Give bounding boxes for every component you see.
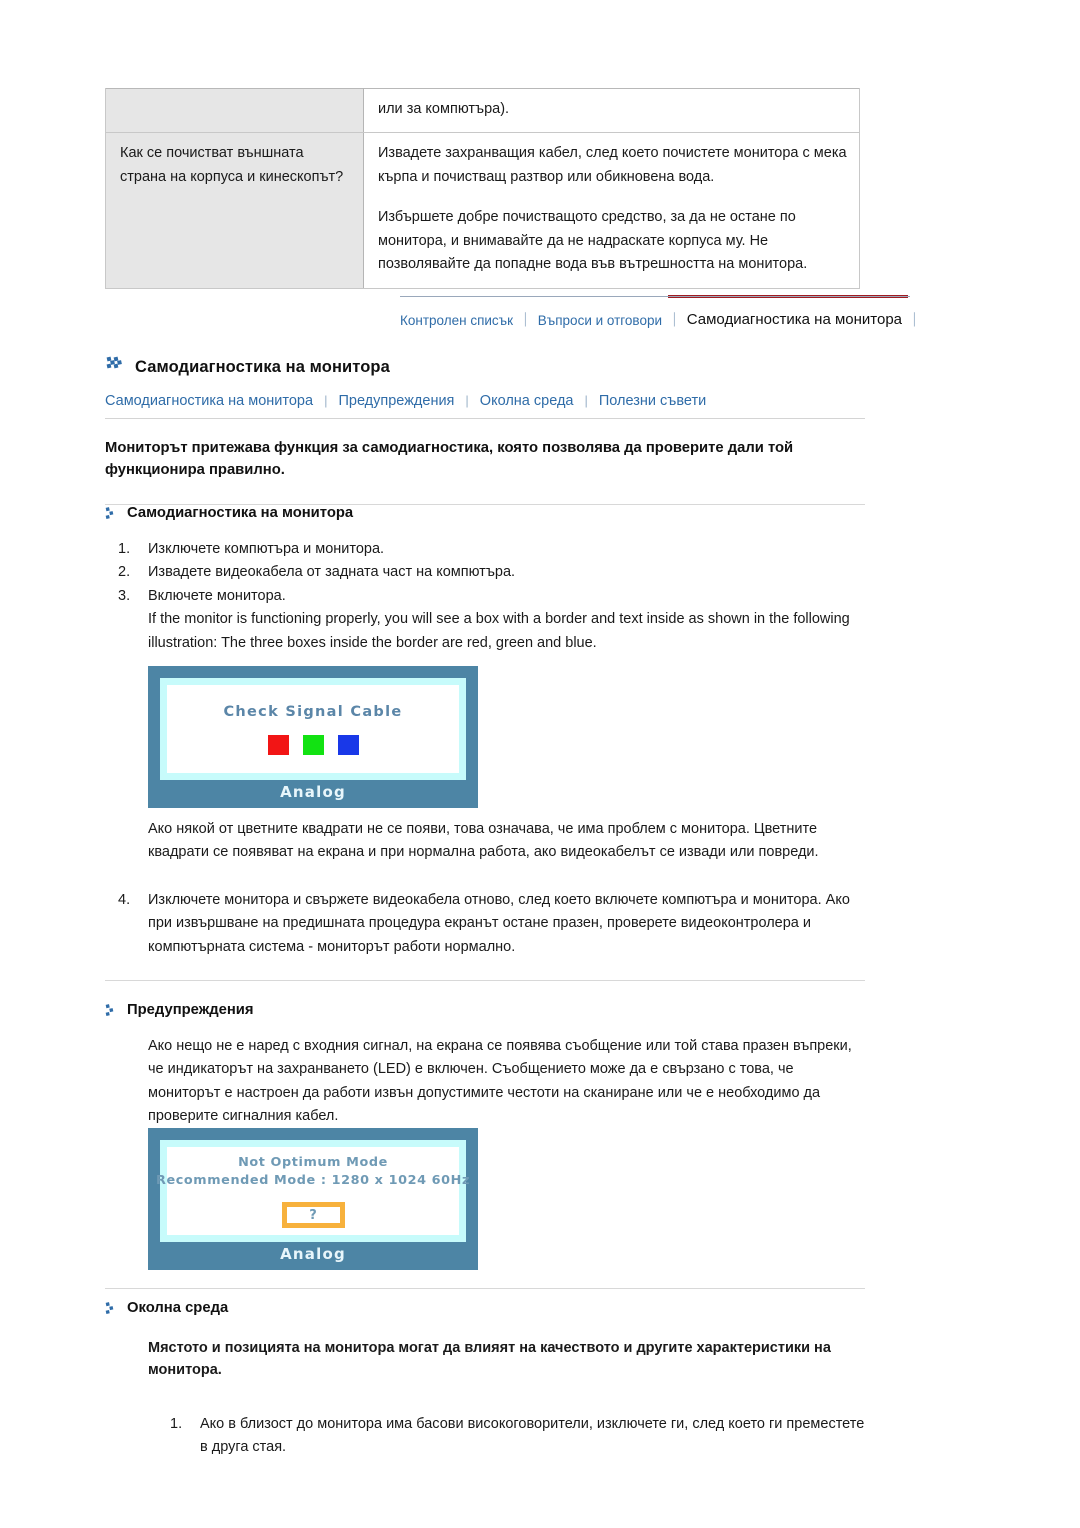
intro-paragraph: Мониторът притежава функция за самодиагн… xyxy=(105,437,865,505)
list-item: 1. Изключете компютъра и монитора. xyxy=(118,538,863,561)
subnav-item-self-test[interactable]: Самодиагностика на монитора xyxy=(105,393,313,409)
step-number: 1. xyxy=(118,541,131,557)
ordered-steps-list: 1. Ако в близост до монитора има басови … xyxy=(170,1413,870,1460)
subnav-separator: | xyxy=(465,393,469,408)
list-item-continuation: If the monitor is functioning properly, … xyxy=(118,608,863,655)
list-item: 3. Включете монитора. xyxy=(118,585,863,608)
page-title-row: Самодиагностика на монитора xyxy=(105,356,390,378)
self-test-step-4: 4. Изключете монитора и свържете видеока… xyxy=(118,889,863,959)
section-title: Самодиагностика на монитора xyxy=(127,505,354,521)
sub-navigation: Самодиагностика на монитора | Предупрежд… xyxy=(105,393,865,419)
monitor-illustration-check-signal: Check Signal Cable Analog xyxy=(148,666,478,808)
question-mark-box: ? xyxy=(281,1202,345,1229)
self-test-steps: 1. Изключете компютъра и монитора. 2. Из… xyxy=(118,538,863,655)
subnav-item-environment[interactable]: Околна среда xyxy=(480,393,574,409)
rgb-color-boxes xyxy=(267,734,359,755)
faq-answer-cell: Извадете захранващия кабел, след което п… xyxy=(363,132,860,289)
section-heading-self-test: Самодиагностика на монитора xyxy=(105,505,353,521)
step-text: Извадете видеокабела от задната част на … xyxy=(148,564,516,581)
chevron-right-icon xyxy=(105,1003,118,1018)
tab-separator: ׀ xyxy=(522,313,529,327)
monitor-message: Check Signal Cable xyxy=(223,703,403,720)
faq-answer-paragraph: Избършете добре почистващото средство, з… xyxy=(378,209,808,273)
monitor-message-line2: Recommended Mode : 1280 x 1024 60Hz xyxy=(155,1173,471,1188)
section-divider xyxy=(105,1288,865,1289)
page-title: Самодиагностика на монитора xyxy=(135,357,390,376)
step-number: 4. xyxy=(118,892,131,908)
monitor-screen: Not Optimum Mode Recommended Mode : 1280… xyxy=(156,1140,469,1242)
section-title: Околна среда xyxy=(127,1300,229,1316)
subnav-separator: | xyxy=(584,393,588,408)
section-divider xyxy=(105,980,865,981)
section-heading-environment: Околна среда xyxy=(105,1300,228,1316)
step-number: 3. xyxy=(118,587,131,604)
ordered-steps-list: 4. Изключете монитора и свържете видеока… xyxy=(118,889,863,959)
table-row: Как се почистват външната страна на корп… xyxy=(105,132,860,289)
self-test-note: Ако някой от цветните квадрати не се поя… xyxy=(148,821,819,861)
subnav-separator: | xyxy=(324,393,328,408)
step-text: Изключете монитора и свържете видеокабел… xyxy=(148,892,850,955)
blue-color-box xyxy=(337,734,359,755)
tab-separator: ׀ xyxy=(911,313,918,327)
section-heading-warnings: Предупреждения xyxy=(105,1002,254,1018)
ordered-steps-list: 1. Изключете компютъра и монитора. 2. Из… xyxy=(118,538,863,655)
double-chevron-icon xyxy=(105,353,127,375)
faq-answer-paragraph: Извадете захранващия кабел, след което п… xyxy=(378,145,847,185)
monitor-illustration-not-optimum: Not Optimum Mode Recommended Mode : 1280… xyxy=(148,1128,478,1270)
faq-answer-paragraph: или за компютъра). xyxy=(378,101,510,117)
step-number: 1. xyxy=(170,1416,183,1432)
environment-steps: 1. Ако в близост до монитора има басови … xyxy=(170,1413,870,1460)
step-number-spacer xyxy=(118,608,148,655)
monitor-input-label: Analog xyxy=(280,783,346,801)
step-text-extra: If the monitor is functioning properly, … xyxy=(148,611,850,651)
list-item: 1. Ако в близост до монитора има басови … xyxy=(170,1413,870,1460)
faq-question-cell: Как се почистват външната страна на корп… xyxy=(105,132,364,289)
faq-answer-cell: или за компютъра). xyxy=(363,88,860,134)
tab-checklist[interactable]: Контролен списък xyxy=(400,313,513,331)
monitor-input-label: Analog xyxy=(280,1245,346,1263)
subnav-item-useful-tips[interactable]: Полезни съвети xyxy=(599,393,706,409)
step-number: 2. xyxy=(118,564,131,581)
red-color-box xyxy=(267,734,289,755)
environment-bold-paragraph: Мястото и позицията на монитора могат да… xyxy=(148,1340,831,1379)
step-text: Ако в близост до монитора има басови вис… xyxy=(200,1416,865,1456)
section-title: Предупреждения xyxy=(127,1002,254,1018)
tab-self-test[interactable]: Самодиагностика на монитора xyxy=(687,312,902,330)
chevron-right-icon xyxy=(105,506,118,521)
monitor-message-line1: Not Optimum Mode xyxy=(238,1154,388,1170)
step-text: Изключете компютъра и монитора. xyxy=(148,541,385,557)
table-row: или за компютъра). xyxy=(105,88,860,134)
tab-bar: Контролен списък ׀ Въпроси и отговори ׀ … xyxy=(400,296,918,331)
green-color-box xyxy=(302,734,324,755)
warnings-paragraph: Ако нещо не е наред с входния сигнал, на… xyxy=(148,1038,852,1125)
list-item: 4. Изключете монитора и свържете видеока… xyxy=(118,889,863,959)
monitor-screen: Check Signal Cable xyxy=(160,678,466,780)
faq-table: или за компютъра). Как се почистват външ… xyxy=(105,88,860,289)
step-text: Включете монитора. xyxy=(148,587,286,604)
tab-separator: ׀ xyxy=(671,313,678,327)
document-page: или за компютъра). Как се почистват външ… xyxy=(0,0,1080,1528)
list-item: 2. Извадете видеокабела от задната част … xyxy=(118,561,863,584)
faq-question-cell xyxy=(105,88,364,134)
subnav-item-warnings[interactable]: Предупреждения xyxy=(338,393,454,409)
chevron-right-icon xyxy=(105,1301,118,1316)
tab-qa[interactable]: Въпроси и отговори xyxy=(538,313,662,331)
